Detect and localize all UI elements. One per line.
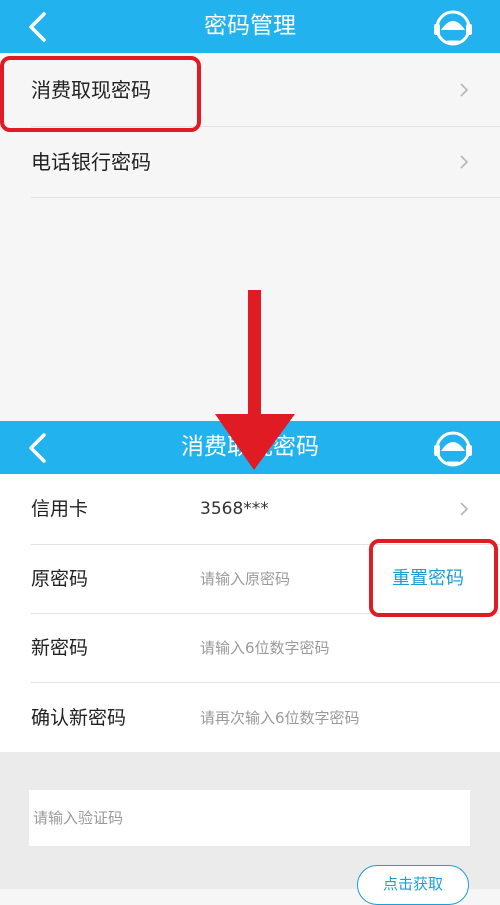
customer-service-button[interactable]: [432, 429, 474, 469]
highlight-box-reset-password: [369, 539, 498, 617]
bottom-navbar: 消费取现密码: [0, 421, 500, 474]
top-navbar: 密码管理: [0, 0, 500, 53]
chevron-right-icon: [460, 502, 469, 516]
card-label: 信用卡: [31, 498, 89, 520]
highlight-box-menu-item: [0, 56, 201, 132]
chevron-right-icon: [460, 83, 469, 97]
page-title: 消费取现密码: [181, 434, 319, 460]
divider: [31, 682, 500, 683]
customer-service-icon: [434, 431, 472, 467]
confirm-password-input[interactable]: [200, 706, 460, 730]
new-password-label: 新密码: [31, 637, 89, 659]
page-title: 密码管理: [204, 13, 296, 39]
menu-item-label: 电话银行密码: [31, 150, 151, 174]
get-code-button[interactable]: 点击获取: [357, 865, 469, 905]
new-password-input[interactable]: [200, 636, 430, 660]
customer-service-button[interactable]: [432, 8, 474, 48]
verification-code-input[interactable]: [29, 790, 470, 846]
confirm-password-label: 确认新密码: [31, 707, 127, 729]
old-password-input[interactable]: [200, 567, 380, 591]
menu-item-phone-banking-password[interactable]: 电话银行密码: [0, 127, 500, 197]
old-password-label: 原密码: [31, 568, 89, 590]
card-number: 3568***: [200, 499, 269, 519]
chevron-right-icon: [460, 155, 469, 169]
customer-service-icon: [434, 10, 472, 46]
divider: [31, 197, 500, 198]
